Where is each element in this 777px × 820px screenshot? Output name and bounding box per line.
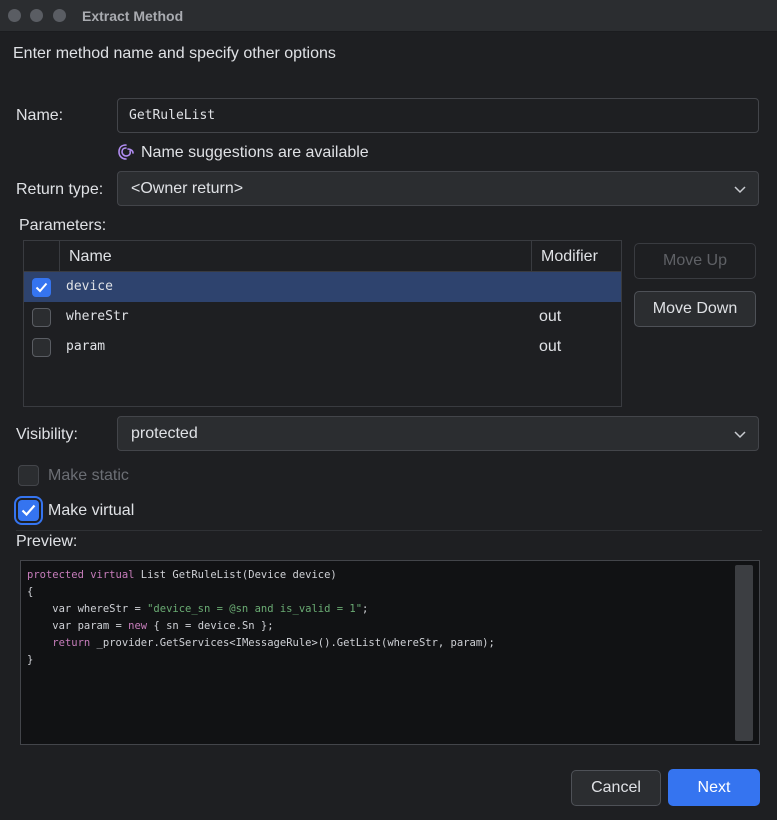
make-virtual-label: Make virtual xyxy=(48,502,135,519)
table-header: Name Modifier xyxy=(24,241,621,272)
parameter-name: device xyxy=(66,279,113,294)
code-line: { xyxy=(27,586,34,598)
parameters-table: Name Modifier device whereStr out param … xyxy=(23,240,622,407)
title-bar: Extract Method xyxy=(0,0,777,32)
make-static-label: Make static xyxy=(48,467,129,484)
visibility-value: protected xyxy=(131,425,198,442)
code-line: } xyxy=(27,654,34,666)
parameter-modifier: out xyxy=(539,338,562,355)
code-line: protected virtual List GetRuleList(Devic… xyxy=(27,569,337,581)
column-header-name[interactable]: Name xyxy=(69,248,112,266)
preview-scrollbar[interactable] xyxy=(735,565,753,741)
column-separator xyxy=(59,241,60,272)
make-virtual-checkbox[interactable] xyxy=(14,496,43,525)
parameter-name: param xyxy=(66,339,106,354)
cancel-button[interactable]: Cancel xyxy=(571,770,661,806)
code-line: var param = new { sn = device.Sn }; xyxy=(27,620,274,632)
window-title: Extract Method xyxy=(82,8,184,24)
code-preview[interactable]: protected virtual List GetRuleList(Devic… xyxy=(20,560,760,745)
parameter-checkbox[interactable] xyxy=(32,338,51,357)
zoom-window-icon[interactable] xyxy=(53,9,66,22)
parameter-name: whereStr xyxy=(66,309,129,324)
checkmark-icon xyxy=(35,282,48,293)
move-down-button[interactable]: Move Down xyxy=(634,291,756,327)
parameters-label: Parameters: xyxy=(19,217,107,234)
chevron-down-icon xyxy=(734,186,746,194)
chevron-down-icon xyxy=(734,431,746,439)
return-type-dropdown[interactable]: <Owner return> xyxy=(117,171,759,206)
code-line: return _provider.GetServices<IMessageRul… xyxy=(52,637,495,649)
name-label: Name: xyxy=(16,107,64,124)
ai-suggestion-icon[interactable] xyxy=(117,143,135,161)
table-row[interactable]: device xyxy=(24,272,621,302)
name-suggestions-text: Name suggestions are available xyxy=(141,144,369,161)
parameter-checkbox[interactable] xyxy=(32,278,51,297)
make-static-checkbox[interactable] xyxy=(18,465,39,486)
preview-label: Preview: xyxy=(16,533,78,550)
parameter-modifier: out xyxy=(539,308,562,325)
next-button[interactable]: Next xyxy=(668,769,760,806)
dialog-subtitle: Enter method name and specify other opti… xyxy=(13,45,336,62)
method-name-input[interactable] xyxy=(117,98,759,133)
move-up-button[interactable]: Move Up xyxy=(634,243,756,279)
return-type-label: Return type: xyxy=(16,181,104,198)
code-line: var whereStr = "device_sn = @sn and is_v… xyxy=(27,603,369,615)
checkmark-icon xyxy=(21,504,36,517)
table-row[interactable]: whereStr out xyxy=(24,302,621,332)
minimize-window-icon[interactable] xyxy=(30,9,43,22)
divider xyxy=(16,530,762,531)
code-preview-text: protected virtual List GetRuleList(Devic… xyxy=(27,567,495,669)
parameter-checkbox[interactable] xyxy=(32,308,51,327)
close-window-icon[interactable] xyxy=(8,9,21,22)
return-type-value: <Owner return> xyxy=(131,180,244,197)
visibility-label: Visibility: xyxy=(16,426,78,443)
column-header-modifier[interactable]: Modifier xyxy=(541,248,598,266)
table-row[interactable]: param out xyxy=(24,332,621,362)
visibility-dropdown[interactable]: protected xyxy=(117,416,759,451)
column-separator xyxy=(531,241,532,272)
